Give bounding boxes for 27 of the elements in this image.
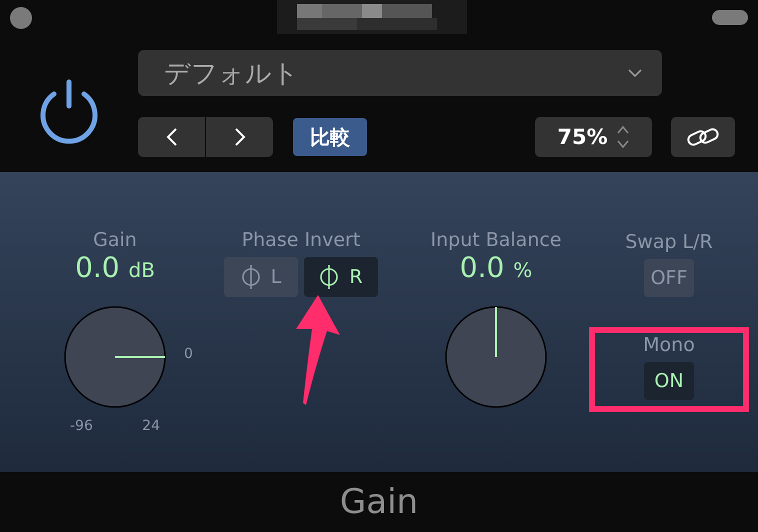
control-label: Phase Invert (242, 228, 360, 252)
chevron-down-icon (628, 69, 642, 77)
previous-button[interactable] (138, 117, 205, 157)
phase-toggle-button[interactable]: R (304, 257, 378, 297)
preset-dropdown[interactable]: デフォルト (138, 50, 662, 96)
control-label: Gain (93, 228, 137, 252)
window-close-button[interactable] (10, 7, 32, 29)
next-button[interactable] (206, 117, 273, 157)
scale-label: -96 (70, 418, 93, 434)
scale-label: 0 (184, 346, 193, 362)
control-label: Swap L/R (625, 230, 713, 254)
chevron-left-icon (166, 127, 178, 147)
compare-button[interactable]: 比較 (293, 118, 367, 156)
scale-label: 24 (142, 418, 160, 434)
value-readout: 0.0 dB (75, 252, 155, 286)
control-label: Mono (643, 333, 695, 357)
up-down-arrows-icon (616, 124, 630, 150)
chevron-right-icon (234, 127, 246, 147)
phase-icon (240, 264, 261, 290)
window-toggle-button[interactable] (712, 10, 748, 25)
plugin-name: Gain (340, 482, 418, 522)
toggle-button[interactable]: ON (644, 362, 694, 400)
phase-icon (319, 264, 340, 290)
value-readout: 0.0 % (460, 252, 532, 286)
control-label: Input Balance (430, 228, 562, 252)
link-button[interactable] (671, 117, 735, 157)
zoom-stepper[interactable]: 75% (535, 117, 652, 157)
